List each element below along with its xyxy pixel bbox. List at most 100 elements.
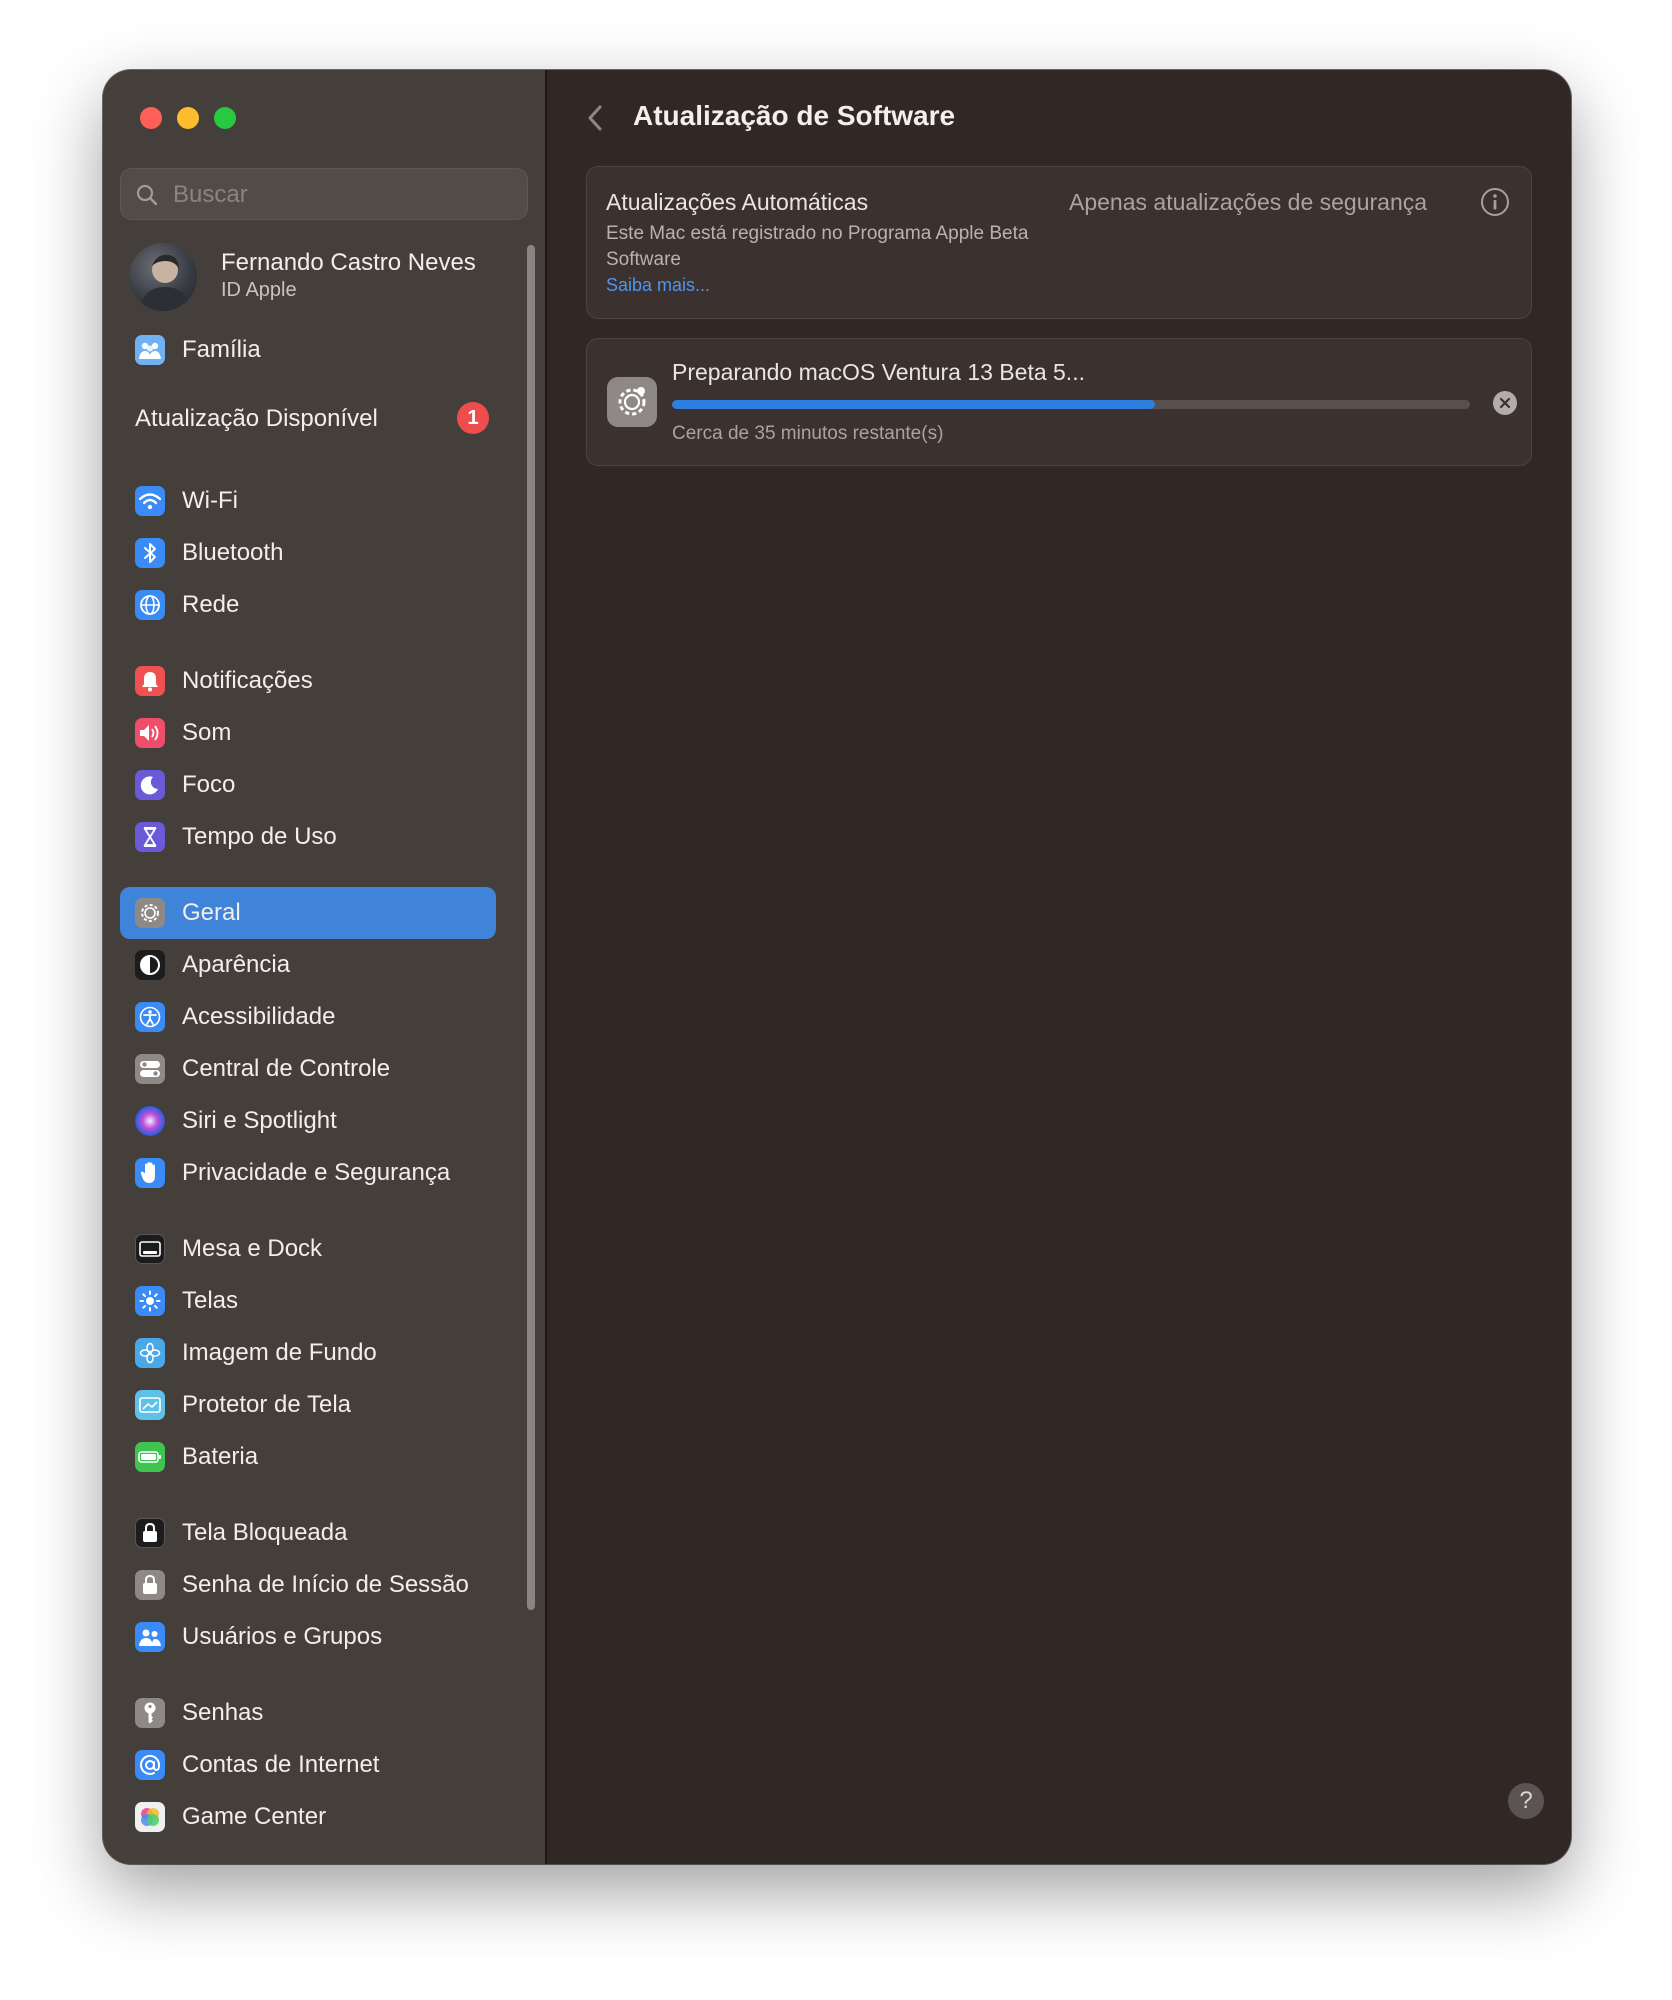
sidebar-item-label: Senha de Início de Sessão (182, 1571, 469, 1598)
moon-icon (135, 770, 165, 800)
sidebar-item-passwords[interactable]: Senhas (120, 1687, 496, 1739)
sidebar-item-family[interactable]: Família (120, 324, 496, 376)
sidebar-item-wallpaper[interactable]: Imagem de Fundo (120, 1327, 496, 1379)
sidebar-item-internet-accounts[interactable]: Contas de Internet (120, 1739, 496, 1791)
search-input[interactable] (171, 169, 515, 221)
apple-id-profile[interactable]: Fernando Castro Neves ID Apple (129, 243, 509, 315)
sidebar-item-label: Foco (182, 771, 236, 798)
game-center-icon (135, 1802, 165, 1832)
sidebar-item-siri-spotlight[interactable]: Siri e Spotlight (120, 1095, 496, 1147)
sidebar-item-login-password[interactable]: Senha de Início de Sessão (120, 1559, 496, 1611)
sidebar-item-displays[interactable]: Telas (120, 1275, 496, 1327)
sidebar-item-label: Senhas (182, 1699, 264, 1726)
page-title: Atualização de Software (633, 100, 956, 131)
update-progress-bar (672, 400, 1470, 409)
settings-window: Fernando Castro Neves ID Apple Família A… (103, 70, 1571, 1864)
sidebar-item-network[interactable]: Rede (120, 579, 496, 631)
sidebar-item-label: Notificações (182, 667, 313, 694)
sidebar-item-appearance[interactable]: Aparência (120, 939, 496, 991)
appearance-icon (135, 950, 165, 980)
sidebar-item-label: Tempo de Uso (182, 823, 337, 850)
automatic-updates-card: Atualizações Automáticas Este Mac está r… (586, 166, 1532, 319)
sidebar-item-general[interactable]: Geral (120, 887, 496, 939)
sidebar-item-focus[interactable]: Foco (120, 759, 496, 811)
sidebar-item-sound[interactable]: Som (120, 707, 496, 759)
profile-subtitle: ID Apple (221, 279, 297, 301)
at-icon (135, 1750, 165, 1780)
update-available-label: Atualização Disponível (135, 405, 378, 432)
search-icon (136, 184, 158, 206)
sidebar-item-accessibility[interactable]: Acessibilidade (120, 991, 496, 1043)
sidebar-item-label: Privacidade e Segurança (182, 1159, 451, 1186)
sidebar-item-label: Contas de Internet (182, 1751, 380, 1778)
sidebar-item-lock-screen[interactable]: Tela Bloqueada (120, 1507, 496, 1559)
back-chevron-icon[interactable] (583, 103, 607, 133)
cancel-update-button[interactable] (1493, 391, 1517, 415)
learn-more-link[interactable]: Saiba mais... (606, 275, 710, 296)
sidebar-item-label: Geral (182, 899, 241, 926)
sidebar: Fernando Castro Neves ID Apple Família A… (103, 70, 547, 1864)
sidebar-item-privacy-security[interactable]: Privacidade e Segurança (120, 1147, 496, 1199)
sidebar-item-label: Protetor de Tela (182, 1391, 351, 1418)
sidebar-item-battery[interactable]: Bateria (120, 1431, 496, 1483)
sidebar-item-label: Wi-Fi (182, 487, 238, 514)
close-window-button[interactable] (140, 107, 162, 129)
update-progress-fill (672, 400, 1155, 409)
sidebar-item-label: Aparência (182, 951, 291, 978)
lock-screen-icon (135, 1518, 165, 1548)
profile-name: Fernando Castro Neves (221, 249, 476, 276)
sidebar-item-label: Família (182, 336, 261, 363)
bell-icon (135, 666, 165, 696)
family-icon (135, 335, 165, 365)
hand-icon (135, 1158, 165, 1188)
minimize-window-button[interactable] (177, 107, 199, 129)
speaker-icon (135, 718, 165, 748)
sidebar-scrollbar[interactable] (527, 245, 535, 1610)
sidebar-item-label: Som (182, 719, 232, 746)
sidebar-item-screen-time[interactable]: Tempo de Uso (120, 811, 496, 863)
avatar (129, 243, 197, 311)
update-badge: 1 (457, 402, 489, 434)
sidebar-item-control-center[interactable]: Central de Controle (120, 1043, 496, 1095)
wifi-icon (135, 486, 165, 516)
sidebar-item-label: Tela Bloqueada (182, 1519, 348, 1546)
info-icon[interactable] (1480, 187, 1510, 217)
automatic-updates-value: Apenas atualizações de segurança (1069, 189, 1428, 215)
key-icon (135, 1698, 165, 1728)
update-progress-card: Preparando macOS Ventura 13 Beta 5... Ce… (586, 338, 1532, 466)
sidebar-item-label: Siri e Spotlight (182, 1107, 337, 1134)
wallpaper-icon (135, 1338, 165, 1368)
siri-icon (135, 1106, 165, 1136)
bluetooth-icon (135, 538, 165, 568)
dock-icon (135, 1234, 165, 1264)
sidebar-item-update-available[interactable]: Atualização Disponível 1 (120, 392, 496, 444)
sidebar-item-game-center[interactable]: Game Center (120, 1791, 496, 1843)
sidebar-item-label: Game Center (182, 1803, 327, 1830)
sidebar-item-label: Imagem de Fundo (182, 1339, 377, 1366)
update-time-remaining: Cerca de 35 minutos restante(s) (672, 423, 944, 444)
automatic-updates-title: Atualizações Automáticas (606, 189, 869, 215)
sidebar-item-wifi[interactable]: Wi-Fi (120, 475, 496, 527)
battery-icon (135, 1442, 165, 1472)
update-title: Preparando macOS Ventura 13 Beta 5... (672, 359, 1085, 385)
screensaver-icon (135, 1390, 165, 1420)
sidebar-item-label: Bateria (182, 1443, 259, 1470)
sidebar-item-label: Central de Controle (182, 1055, 391, 1082)
sidebar-item-bluetooth[interactable]: Bluetooth (120, 527, 496, 579)
lock-icon (135, 1570, 165, 1600)
hourglass-icon (135, 822, 165, 852)
sidebar-item-desktop-dock[interactable]: Mesa e Dock (120, 1223, 496, 1275)
sidebar-item-label: Mesa e Dock (182, 1235, 323, 1262)
software-update-icon (607, 377, 657, 427)
sidebar-item-screen-saver[interactable]: Protetor de Tela (120, 1379, 496, 1431)
control-center-icon (135, 1054, 165, 1084)
search-field[interactable] (120, 168, 528, 221)
sidebar-item-label: Usuários e Grupos (182, 1623, 383, 1650)
beta-program-description: Este Mac está registrado no Programa App… (606, 223, 1029, 270)
zoom-window-button[interactable] (214, 107, 236, 129)
globe-icon (135, 590, 165, 620)
users-icon (135, 1622, 165, 1652)
sidebar-item-users-groups[interactable]: Usuários e Grupos (120, 1611, 496, 1663)
help-button[interactable]: ? (1508, 1783, 1544, 1819)
sidebar-item-notifications[interactable]: Notificações (120, 655, 496, 707)
